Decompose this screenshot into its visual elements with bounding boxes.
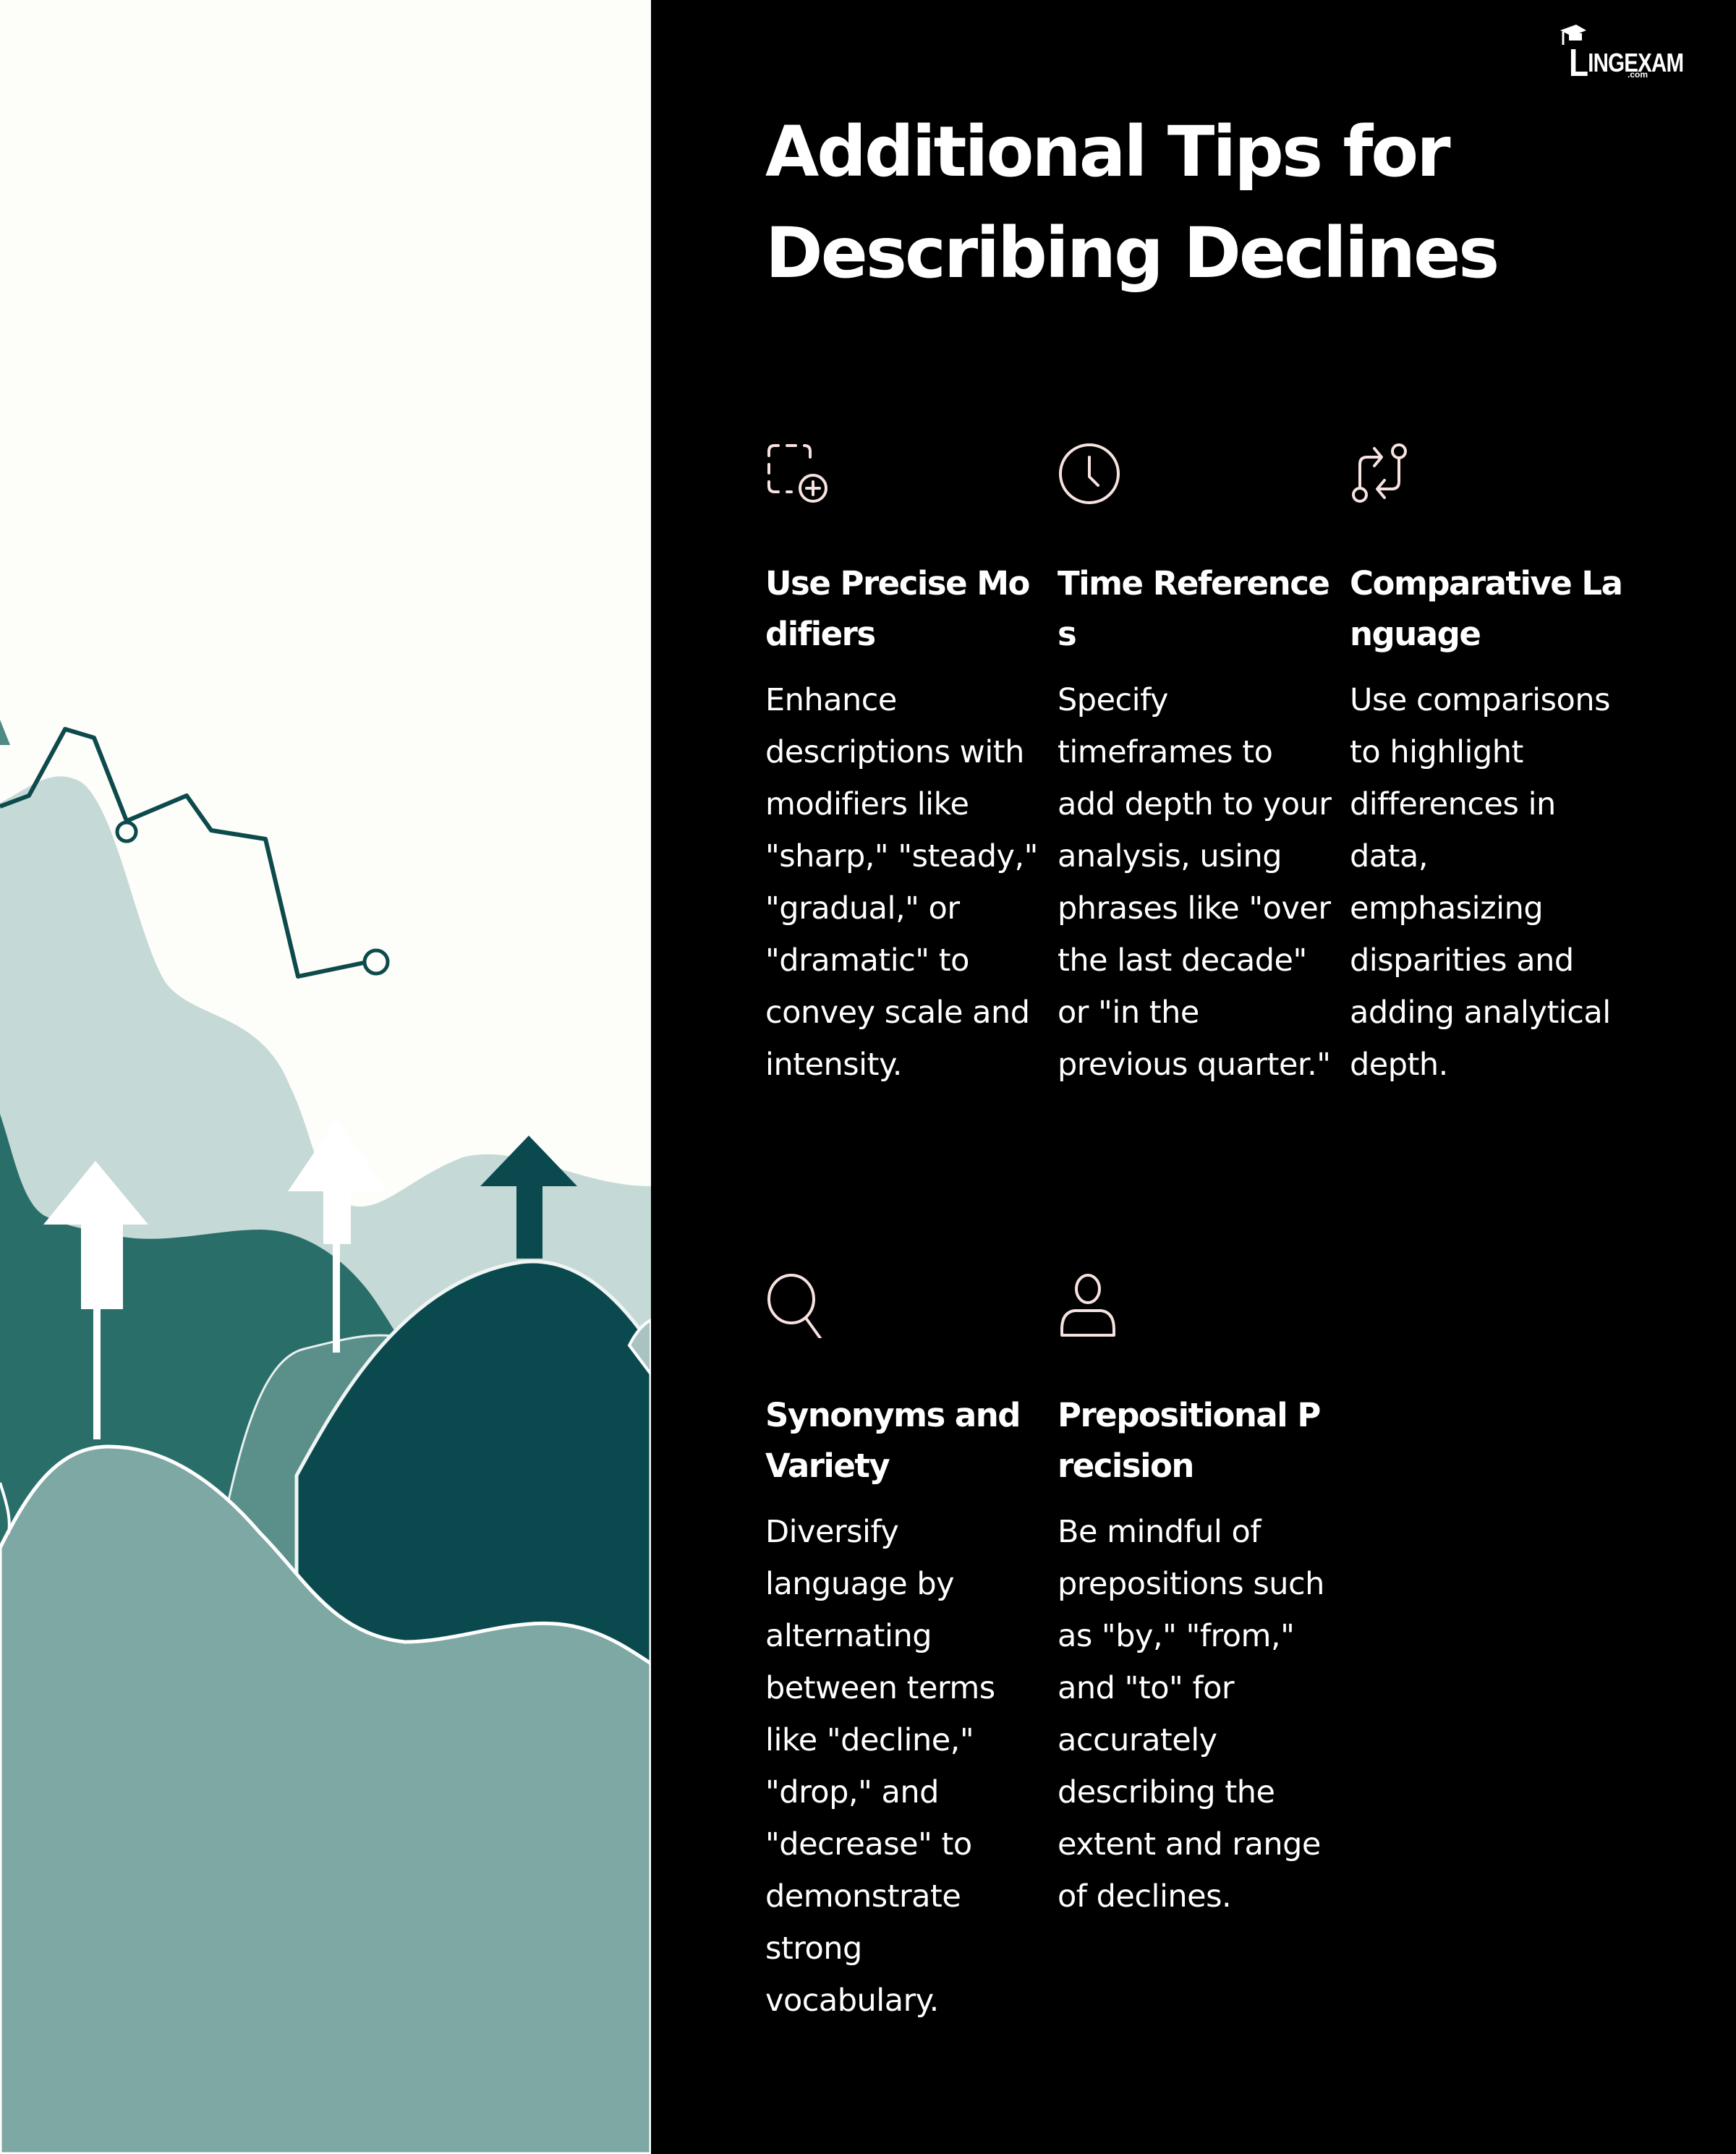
- logo-initial: L: [1569, 41, 1588, 85]
- chart-point-marker: [115, 820, 138, 843]
- tip-heading: Time References: [1058, 564, 1330, 653]
- logo-wordmark: LINGEXAM: [1569, 36, 1684, 85]
- magnifier-icon: [767, 1274, 822, 1338]
- tip-heading: Synonyms and Variety: [765, 1396, 1021, 1485]
- clock-icon: [1059, 443, 1120, 504]
- tip-body: Use comparisons to highlight differences…: [1350, 682, 1611, 1083]
- decorative-illustration: [0, 0, 651, 2154]
- compare-arrows-icon: [1352, 443, 1407, 503]
- tip-body: Diversify language by alternating betwee…: [765, 1514, 995, 2019]
- logo-domain: .com: [1627, 69, 1648, 80]
- tips-panel: LINGEXAM .com Additional Tips for Descri…: [651, 0, 1736, 2154]
- dashed-square-plus-icon: [767, 444, 827, 503]
- tip-heading: Comparative Language: [1350, 564, 1623, 653]
- mountains-graph-illustration: [0, 720, 651, 2154]
- lingexam-logo[interactable]: LINGEXAM .com: [1552, 23, 1684, 85]
- tip-card: Use Precise Modifiers Enhance descriptio…: [765, 441, 1040, 1091]
- tip-heading: Use Precise Modifiers: [765, 564, 1030, 653]
- page-title: Additional Tips for Describing Declines: [765, 111, 1499, 294]
- tip-body: Enhance descriptions with modifiers like…: [765, 682, 1038, 1083]
- person-icon: [1060, 1274, 1115, 1337]
- tip-card: Comparative Language Use comparisons to …: [1350, 441, 1625, 1091]
- tip-card: Time References Specify timeframes to ad…: [1058, 441, 1332, 1091]
- tip-card: Synonyms and Variety Diversify language …: [765, 1273, 1040, 2027]
- tip-body: Specify timeframes to add depth to your …: [1058, 682, 1332, 1083]
- tip-heading: Prepositional Precision: [1058, 1396, 1321, 1485]
- chart-point-marker: [362, 948, 390, 976]
- partial-arrow-shape: [0, 720, 10, 745]
- tip-body: Be mindful of prepositions such as "by,"…: [1058, 1514, 1324, 1915]
- tip-card: Prepositional Precision Be mindful of pr…: [1058, 1273, 1332, 1923]
